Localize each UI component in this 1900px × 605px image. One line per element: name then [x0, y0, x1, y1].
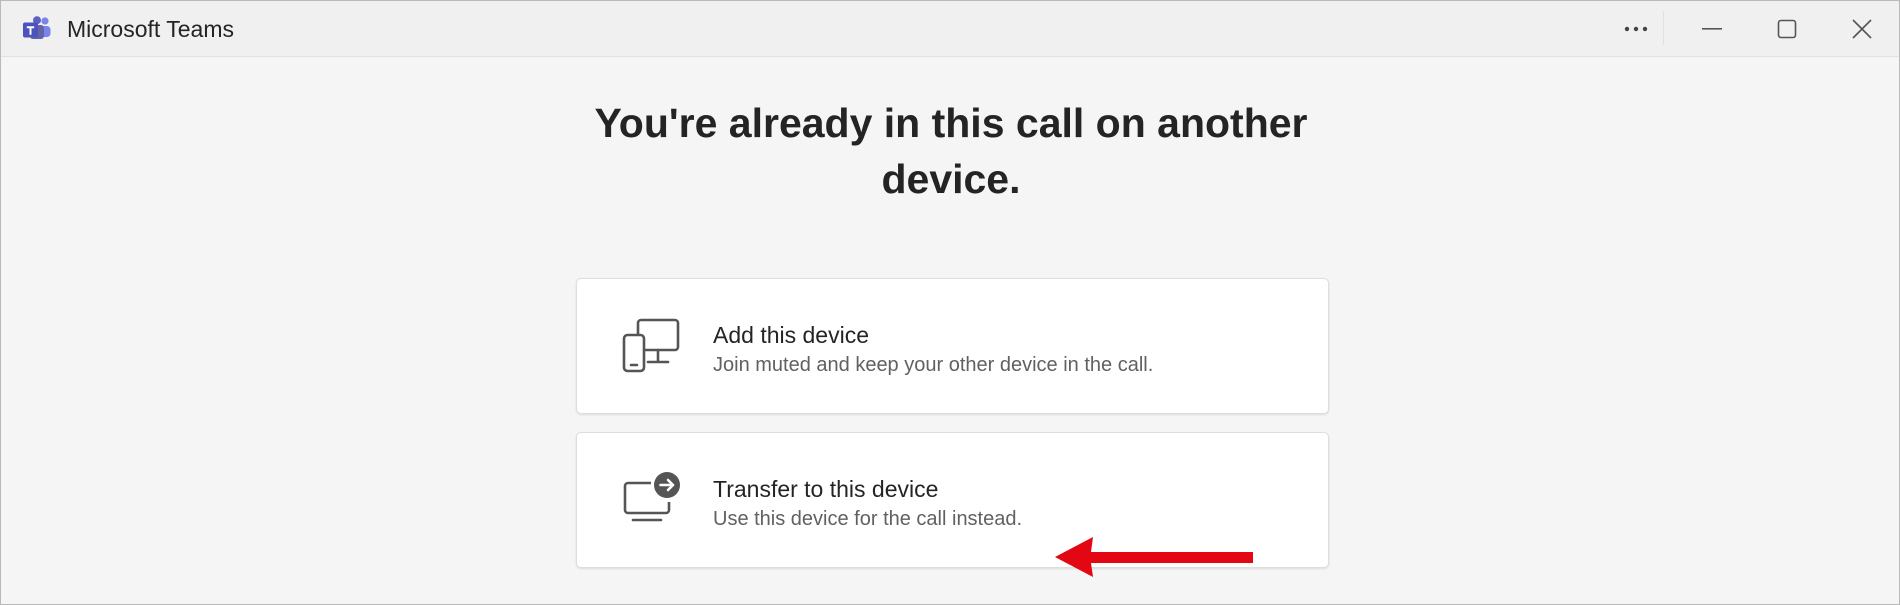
more-options-button[interactable]	[1601, 1, 1671, 56]
more-horizontal-icon	[1624, 26, 1648, 31]
window-title: Microsoft Teams	[67, 16, 235, 42]
app-window: Microsoft Teams You're already in this c…	[0, 0, 1900, 605]
title-bar[interactable]: Microsoft Teams	[1, 1, 1899, 57]
main-content: You're already in this call on another d…	[1, 57, 1899, 604]
minimize-icon	[1702, 27, 1722, 30]
desktop-transfer-icon	[623, 472, 680, 522]
close-icon	[1852, 18, 1872, 39]
minimize-button[interactable]	[1677, 1, 1747, 56]
maximize-button[interactable]	[1752, 1, 1822, 56]
maximize-icon	[1777, 19, 1797, 38]
transfer-device-subtitle: Use this device for the call instead.	[713, 508, 1023, 530]
close-button[interactable]	[1827, 1, 1897, 56]
phone-and-desktop-icon	[622, 318, 680, 373]
page-heading: You're already in this call on another d…	[594, 100, 1308, 202]
add-device-subtitle: Join muted and keep your other device in…	[713, 354, 1154, 376]
teams-logo-icon	[23, 16, 51, 39]
red-arrow-pointer	[1055, 537, 1253, 577]
add-this-device-option[interactable]: Add this device Join muted and keep your…	[576, 278, 1329, 414]
transfer-device-title: Transfer to this device	[713, 476, 939, 502]
add-device-title: Add this device	[713, 322, 869, 348]
titlebar-divider	[1663, 11, 1664, 45]
